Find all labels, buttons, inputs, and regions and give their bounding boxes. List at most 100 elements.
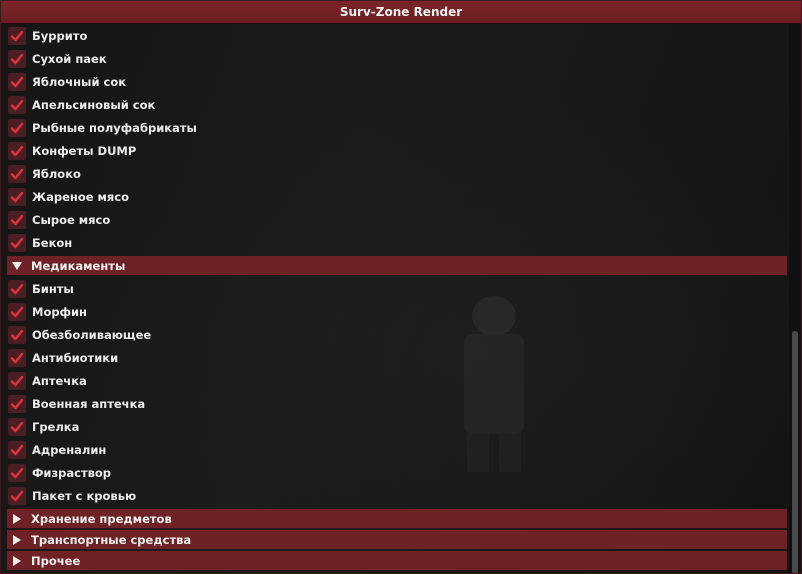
checkbox-row[interactable]: Апельсиновый сок (1, 93, 787, 116)
section-label: Хранение предметов (31, 511, 172, 526)
checkbox-label: Рыбные полуфабрикаты (32, 120, 197, 135)
checkbox-label: Обезболивающее (32, 327, 152, 342)
checkbox[interactable] (8, 348, 26, 367)
checkmark-icon (10, 145, 24, 156)
checkmark-icon (10, 352, 24, 363)
checkbox[interactable] (8, 26, 26, 45)
checkbox-row[interactable]: Буррито (1, 24, 787, 47)
checkbox[interactable] (8, 371, 26, 390)
checkbox-label: Яблочный сок (32, 74, 127, 89)
checkbox-row[interactable]: Яблоко (1, 162, 787, 185)
checkmark-icon (10, 122, 24, 133)
checkbox-label: Морфин (32, 304, 87, 319)
item-list: Буррито Сухой паек Яблочный сок Апельсиновы… (1, 24, 787, 572)
checkbox[interactable] (8, 49, 26, 68)
checkmark-icon (10, 191, 24, 202)
checkbox-row[interactable]: Сухой паек (1, 47, 787, 70)
checkbox[interactable] (8, 440, 26, 459)
checkmark-icon (10, 53, 24, 64)
checkbox-label: Пакет с кровью (32, 488, 137, 503)
checkbox-row[interactable]: Конфеты DUMP (1, 139, 787, 162)
checkbox-row[interactable]: Обезболивающее (1, 323, 787, 346)
checkmark-icon (10, 168, 24, 179)
checkbox-row[interactable]: Жареное мясо (1, 185, 787, 208)
checkbox-row[interactable]: Грелка (1, 415, 787, 438)
checkbox[interactable] (8, 486, 26, 505)
checkbox-row[interactable]: Бинты (1, 277, 787, 300)
checkbox[interactable] (8, 417, 26, 436)
checkbox-label: Конфеты DUMP (32, 143, 137, 158)
checkbox[interactable] (8, 141, 26, 160)
scrollbar-thumb[interactable] (792, 331, 798, 573)
checkbox-label: Сухой паек (32, 51, 107, 66)
checkbox-row[interactable]: Бекон (1, 231, 787, 254)
checkbox-row[interactable]: Рыбные полуфабрикаты (1, 116, 787, 139)
vertical-scrollbar[interactable] (789, 24, 801, 573)
checkbox-label: Бинты (32, 281, 74, 296)
window-title[interactable]: Surv-Zone Render (1, 1, 801, 24)
checkbox-label: Антибиотики (32, 350, 119, 365)
checkbox-label: Яблоко (32, 166, 81, 181)
food-list: Буррито Сухой паек Яблочный сок Апельсиновы… (1, 24, 787, 254)
checkmark-icon (10, 99, 24, 110)
settings-panel: Буррито Сухой паек Яблочный сок Апельсиновы… (1, 24, 801, 573)
checkbox-label: Апельсиновый сок (32, 97, 156, 112)
section-storage[interactable]: Хранение предметов (7, 509, 787, 528)
checkbox-row[interactable]: Сырое мясо (1, 208, 787, 231)
checkbox[interactable] (8, 187, 26, 206)
checkmark-icon (10, 237, 24, 248)
checkbox-row[interactable]: Аптечка (1, 369, 787, 392)
checkbox-label: Военная аптечка (32, 396, 146, 411)
checkmark-icon (10, 398, 24, 409)
checkmark-icon (10, 30, 24, 41)
section-transport[interactable]: Транспортные средства (7, 530, 787, 549)
checkbox-label: Бекон (32, 235, 73, 250)
checkbox[interactable] (8, 164, 26, 183)
checkmark-icon (10, 214, 24, 225)
caret-right-icon (12, 513, 22, 524)
checkbox[interactable] (8, 118, 26, 137)
caret-right-icon (12, 555, 22, 566)
checkbox-label: Грелка (32, 419, 80, 434)
checkbox-label: Физраствор (32, 465, 112, 480)
checkmark-icon (10, 76, 24, 87)
checkbox[interactable] (8, 325, 26, 344)
section-label: Транспортные средства (31, 532, 192, 547)
checkbox[interactable] (8, 302, 26, 321)
checkmark-icon (10, 329, 24, 340)
checkmark-icon (10, 283, 24, 294)
checkbox-row[interactable]: Пакет с кровью (1, 484, 787, 507)
checkbox[interactable] (8, 394, 26, 413)
checkbox-row[interactable]: Военная аптечка (1, 392, 787, 415)
checkmark-icon (10, 375, 24, 386)
checkbox[interactable] (8, 210, 26, 229)
checkmark-icon (10, 467, 24, 478)
checkbox[interactable] (8, 279, 26, 298)
caret-right-icon (12, 534, 22, 545)
checkbox-label: Буррито (32, 28, 88, 43)
section-medicine[interactable]: Медикаменты (7, 256, 787, 275)
checkmark-icon (10, 444, 24, 455)
checkmark-icon (10, 490, 24, 501)
checkmark-icon (10, 421, 24, 432)
checkbox[interactable] (8, 233, 26, 252)
checkbox-label: Сырое мясо (32, 212, 111, 227)
medicine-list: Бинты Морфин Обезболивающее Антибиотики Апте… (1, 277, 787, 507)
checkmark-icon (10, 306, 24, 317)
checkbox[interactable] (8, 95, 26, 114)
checkbox[interactable] (8, 72, 26, 91)
section-label: Медикаменты (31, 258, 126, 273)
checkbox-row[interactable]: Яблочный сок (1, 70, 787, 93)
checkbox-label: Жареное мясо (32, 189, 130, 204)
section-other[interactable]: Прочее (7, 551, 787, 570)
checkbox-label: Аптечка (32, 373, 87, 388)
checkbox-row[interactable]: Антибиотики (1, 346, 787, 369)
checkbox-row[interactable]: Физраствор (1, 461, 787, 484)
section-label: Прочее (31, 553, 81, 568)
render-window: Surv-Zone Render Буррито Сухой паек Яблочн… (0, 0, 802, 574)
checkbox-label: Адреналин (32, 442, 107, 457)
caret-down-icon (12, 261, 22, 271)
checkbox-row[interactable]: Адреналин (1, 438, 787, 461)
checkbox[interactable] (8, 463, 26, 482)
checkbox-row[interactable]: Морфин (1, 300, 787, 323)
